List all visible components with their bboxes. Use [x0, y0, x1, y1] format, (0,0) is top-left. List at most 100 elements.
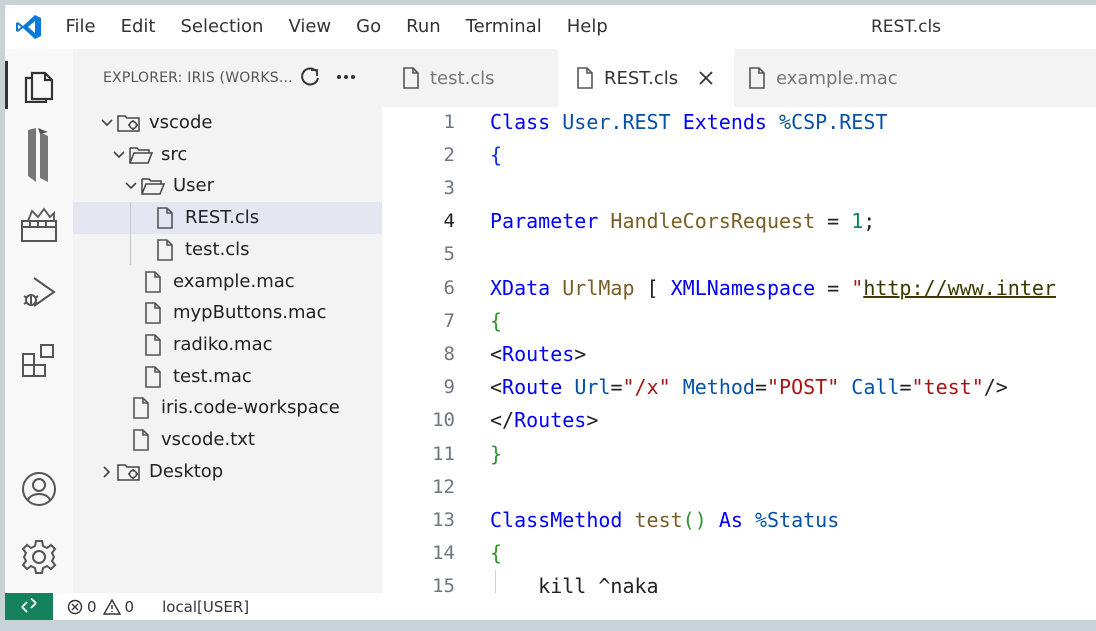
tree-item-label: radiko.mac — [173, 333, 273, 355]
menu-run[interactable]: Run — [394, 5, 454, 49]
code-token: Routes — [514, 408, 587, 433]
tree-file-item[interactable]: mypButtons.mac — [73, 297, 382, 329]
menu-file[interactable]: File — [53, 5, 108, 49]
line-number: 1 — [443, 110, 455, 133]
menu-terminal[interactable]: Terminal — [453, 5, 554, 49]
chevron-down-icon[interactable] — [109, 148, 129, 162]
code-line[interactable]: 3 — [382, 171, 1096, 204]
tree-file-item[interactable]: vscode.txt — [73, 424, 382, 456]
run-debug-icon[interactable] — [5, 263, 73, 323]
code-token: User.REST — [562, 109, 671, 134]
editor-tabs: test.cls REST.cls example.mac — [382, 49, 1096, 107]
file-icon — [141, 333, 165, 357]
more-actions-icon[interactable] — [335, 66, 357, 92]
code-text: </Routes> — [490, 408, 598, 432]
code-line[interactable]: 5 — [382, 238, 1096, 271]
code-token: () — [682, 507, 707, 532]
tab-example-mac[interactable]: example.mac — [734, 49, 924, 107]
code-line[interactable]: 6 XData UrlMap [ XMLNamespace = "http://w… — [382, 271, 1096, 304]
code-line[interactable]: 4 Parameter HandleCorsRequest = 1; — [382, 205, 1096, 238]
tab-rest-cls[interactable]: REST.cls — [558, 49, 734, 107]
tree-item-label: Desktop — [149, 460, 224, 482]
code-text: { — [490, 309, 502, 333]
chevron-right-icon[interactable] — [97, 465, 117, 479]
code-line[interactable]: 11} — [382, 437, 1096, 470]
code-line[interactable]: 13 ClassMethod test() As %Status — [382, 503, 1096, 536]
chevron-down-icon[interactable] — [121, 179, 141, 193]
code-line[interactable]: 1 Class User.REST Extends %CSP.REST — [382, 107, 1096, 138]
code-token: " — [851, 275, 864, 300]
code-line[interactable]: 12 — [382, 470, 1096, 503]
code-token: ; — [863, 209, 876, 234]
code-line[interactable]: 15 kill ^naka — [382, 569, 1096, 593]
vscode-window: File Edit Selection View Go Run Terminal… — [5, 5, 1096, 620]
tree-item-label: example.mac — [173, 270, 295, 292]
intersystems-icon[interactable] — [5, 125, 73, 185]
tree-file-item[interactable]: REST.cls — [73, 202, 382, 235]
remote-indicator-icon[interactable] — [5, 593, 53, 620]
code-line[interactable]: 7{ — [382, 304, 1096, 337]
code-token: "test" — [911, 375, 984, 400]
line-number: 7 — [443, 309, 455, 332]
tree-file-item[interactable]: iris.code-workspace — [73, 392, 382, 424]
tree-file-item[interactable]: example.mac — [73, 266, 382, 298]
tree-item-label: test.mac — [173, 365, 252, 387]
code-token: Method — [682, 375, 755, 400]
explorer-actions — [299, 66, 357, 92]
refresh-icon[interactable] — [299, 66, 321, 92]
extensions-icon[interactable] — [5, 331, 73, 391]
tree-file-item[interactable]: test.cls — [73, 234, 382, 266]
code-line[interactable]: 2{ — [382, 138, 1096, 171]
tree-item-label: User — [173, 175, 215, 197]
folder-open-icon — [141, 174, 165, 198]
tree-item-label: iris.code-workspace — [161, 397, 340, 419]
tree-file-item[interactable]: test.mac — [73, 361, 382, 393]
line-number: 9 — [443, 376, 455, 399]
account-icon[interactable] — [5, 459, 73, 519]
manage-gear-icon[interactable] — [5, 527, 73, 587]
menu-go[interactable]: Go — [344, 5, 394, 49]
tree-item-label: mypButtons.mac — [173, 302, 327, 324]
code-token: > — [574, 341, 587, 366]
code-line[interactable]: 9 <Route Url="/x" Method="POST" Call="tes… — [382, 371, 1096, 404]
tree-item-label: vscode — [149, 112, 213, 133]
code-line[interactable]: 10 </Routes> — [382, 404, 1096, 437]
tree-folder-item[interactable]: Desktop — [73, 456, 382, 488]
tree-folder-item[interactable]: User — [73, 170, 382, 202]
code-token: < — [490, 375, 503, 400]
menu-help[interactable]: Help — [554, 5, 620, 49]
line-number: 5 — [443, 243, 455, 266]
chevron-down-icon[interactable] — [97, 116, 117, 130]
problems-indicator[interactable]: 0 0 — [67, 598, 134, 616]
tab-label: example.mac — [776, 67, 898, 89]
code-text: Parameter HandleCorsRequest = 1; — [490, 209, 875, 233]
code-token: = — [815, 209, 852, 234]
menu-edit[interactable]: Edit — [108, 5, 168, 49]
close-icon[interactable] — [698, 70, 714, 86]
tab-label: test.cls — [430, 67, 495, 89]
connection-status[interactable]: local[USER] — [158, 598, 249, 616]
tree-folder-item[interactable]: vscode — [73, 107, 382, 139]
tab-test-cls[interactable]: test.cls — [382, 49, 558, 107]
code-token: > — [586, 408, 599, 433]
code-token: As — [718, 507, 743, 532]
tree-item-label: vscode.txt — [161, 429, 255, 450]
code-line[interactable]: 8 <Routes> — [382, 337, 1096, 370]
line-number: 3 — [443, 176, 455, 199]
objectscript-explorer-icon[interactable] — [5, 195, 73, 255]
code-token: HandleCorsRequest — [610, 209, 816, 234]
code-editor[interactable]: 1 Class User.REST Extends %CSP.REST 2{ 3 4 Pa… — [382, 107, 1096, 593]
code-token: Url — [574, 375, 611, 400]
error-icon — [67, 599, 83, 614]
menu-selection[interactable]: Selection — [168, 5, 276, 49]
explorer-files-icon[interactable] — [5, 55, 73, 115]
tree-file-item[interactable]: radiko.mac — [73, 329, 382, 361]
code-line[interactable]: 14 { — [382, 537, 1096, 570]
menu-view[interactable]: View — [276, 5, 344, 49]
code-text: { — [490, 143, 502, 167]
code-token: Route — [502, 375, 563, 400]
tree-folder-item[interactable]: src — [73, 139, 382, 171]
